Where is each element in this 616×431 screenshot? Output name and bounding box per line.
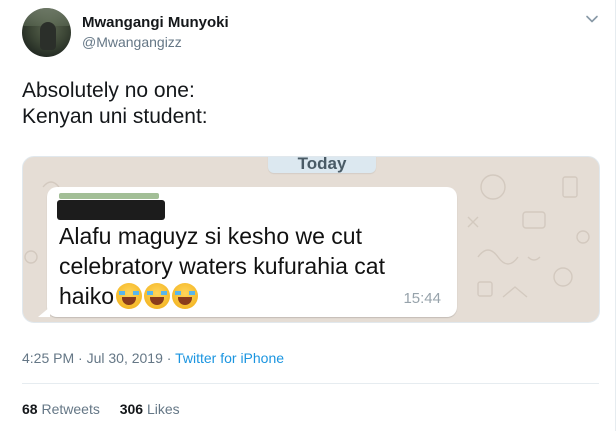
retweets-label: Retweets — [41, 401, 100, 417]
retweets-stat[interactable]: 68 Retweets — [22, 401, 100, 417]
date-pill: Today — [268, 157, 376, 173]
chevron-down-icon[interactable] — [583, 10, 601, 28]
sender-name-peek — [59, 193, 159, 199]
chat-message-time: 15:44 — [403, 290, 441, 307]
tweet-text: Absolutely no one: Kenyan uni student: — [22, 78, 208, 130]
divider — [22, 383, 599, 384]
tweet-text-line: Absolutely no one: — [22, 79, 195, 102]
avatar[interactable] — [22, 8, 71, 57]
face-with-tears-of-joy-icon — [143, 283, 170, 309]
tweet-card: Mwangangi Munyoki @Mwangangizz Absolutel… — [0, 0, 616, 431]
chat-message-line-text: haiko — [59, 283, 114, 309]
bubble-tail — [38, 307, 50, 317]
face-with-tears-of-joy-icon — [171, 283, 198, 309]
author-handle[interactable]: @Mwangangizz — [82, 34, 182, 50]
face-with-tears-of-joy-icon — [115, 283, 142, 309]
retweets-count: 68 — [22, 401, 38, 417]
tweet-metadata: 4:25 PM · Jul 30, 2019 · Twitter for iPh… — [22, 350, 284, 366]
meta-separator: · — [166, 350, 172, 366]
chat-message-line: celebratory waters kufurahia cat — [59, 253, 385, 279]
likes-label: Likes — [146, 401, 180, 417]
chat-message-text: Alafu maguyz si kesho we cut celebratory… — [59, 221, 385, 311]
tweet-source-link[interactable]: Twitter for iPhone — [175, 350, 284, 366]
tweet-text-line: Kenyan uni student: — [22, 105, 208, 128]
tweet-time[interactable]: 4:25 PM — [22, 350, 74, 366]
author-display-name[interactable]: Mwangangi Munyoki — [82, 14, 229, 31]
tweet-date[interactable]: Jul 30, 2019 — [87, 350, 163, 366]
likes-count: 306 — [119, 401, 144, 417]
tweet-media-image[interactable]: Today Alafu maguyz si kesho we cut celeb… — [22, 156, 600, 323]
chat-message-line: Alafu maguyz si kesho we cut — [59, 223, 362, 249]
avatar-figure — [40, 22, 56, 50]
tweet-stats: 68 Retweets 306 Likes — [22, 401, 196, 417]
meta-separator: · — [78, 350, 83, 366]
chat-message-line: haiko — [59, 281, 385, 311]
likes-stat[interactable]: 306 Likes — [120, 401, 180, 417]
chat-message-bubble: Alafu maguyz si kesho we cut celebratory… — [38, 187, 457, 317]
redacted-sender-name — [57, 200, 165, 220]
